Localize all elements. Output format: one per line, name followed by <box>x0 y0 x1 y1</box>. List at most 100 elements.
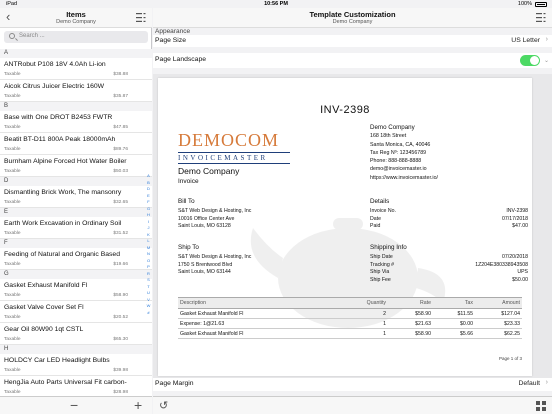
item-price: $28.98 <box>113 390 128 395</box>
item-tax-status: Taxable <box>4 293 21 298</box>
page-size-row[interactable]: Page Size US Letter › <box>153 35 552 47</box>
item-tax-status: Taxable <box>4 125 21 130</box>
item-tax-status: Taxable <box>4 315 21 320</box>
item-name: Gasket Valve Cover Set Fl <box>4 304 84 311</box>
line-quantity: 1 <box>328 328 388 339</box>
shipping-key: Ship Via <box>370 269 390 276</box>
line-rate: $58.90 <box>388 328 433 339</box>
item-price: $20.52 <box>113 315 128 320</box>
sender-block: Demo Company 168 18th Street Santa Monic… <box>370 124 438 182</box>
item-price: $50.03 <box>113 169 128 174</box>
item-name: Earth Work Excavation in Ordinary Soil <box>4 220 122 227</box>
chevron-down-icon: ⌄ <box>543 58 549 64</box>
section-header: F <box>0 239 152 248</box>
line-description: Gasket Exhaust Manifold Fl <box>178 328 328 339</box>
table-row: Gasket Exhaust Manifold Fl 1 $58.90 $5.66 $6… <box>178 328 522 339</box>
search-placeholder: Search ... <box>19 33 45 39</box>
company-logo: DEMOCOM INVOICEMASTER <box>178 130 290 164</box>
items-pane: ‹ Items Demo Company Search ... A ANTRobu… <box>0 8 152 414</box>
item-tax-status: Taxable <box>4 231 21 236</box>
page-margin-label: Page Margin <box>155 380 194 387</box>
details-row: Invoice No. INV-2398 <box>370 208 528 216</box>
list-item[interactable]: Gear Oil 80W90 1qt CSTL Taxable $65.30 <box>0 323 152 345</box>
section-header: A <box>0 49 152 58</box>
page-margin-value: Default <box>518 380 540 387</box>
list-item[interactable]: Aicok Citrus Juicer Electric 160W Taxable… <box>0 80 152 102</box>
item-tax-status: Taxable <box>4 368 21 373</box>
chevron-right-icon: › <box>545 379 548 386</box>
search-input[interactable]: Search ... <box>4 31 148 43</box>
template-title: Template Customization <box>309 10 396 19</box>
details-value: INV-2398 <box>506 207 528 214</box>
item-name: Gear Oil 80W90 1qt CSTL <box>4 326 84 333</box>
shipping-row: Ship Date 07/20/2018 <box>370 254 528 262</box>
list-item[interactable]: Dismantling Brick Work, The mansonry Taxa… <box>0 186 152 208</box>
col-quantity: Quantity <box>328 297 388 309</box>
list-item[interactable]: Base with One DROT B2453 FWTR Taxable $47.… <box>0 111 152 133</box>
bill-to-line: 10016 Office Center Ave <box>178 215 235 222</box>
item-name: Aicok Citrus Juicer Electric 160W <box>4 83 105 90</box>
page-size-value: US Letter <box>511 37 540 44</box>
line-rate: $58.90 <box>388 308 433 319</box>
list-item[interactable]: Beatit BT-D11 800A Peak 18000mAh Taxable $… <box>0 133 152 155</box>
list-item[interactable]: HOLDCY Car LED Headlight Bulbs Taxable $39… <box>0 354 152 376</box>
battery-icon <box>535 2 547 7</box>
sender-line: demo@invoicemaster.io <box>370 166 427 173</box>
item-price: $58.90 <box>113 293 128 298</box>
list-item[interactable]: Gasket Exhaust Manifold Fl Taxable $58.90 <box>0 279 152 301</box>
invoice-number-heading: INV-2398 <box>320 104 370 116</box>
landscape-toggle[interactable] <box>520 55 540 66</box>
details-key: Date <box>370 215 381 222</box>
list-item[interactable]: Gasket Valve Cover Set Fl Taxable $20.52 <box>0 301 152 323</box>
item-price: $19.66 <box>113 262 128 267</box>
sender-line: 168 18th Street <box>370 133 407 140</box>
list-item[interactable]: Earth Work Excavation in Ordinary Soil Ta… <box>0 217 152 239</box>
index-letter[interactable]: # <box>145 310 152 317</box>
section-index-bar[interactable]: A B D E F G H I J K L M N O P R S T U V W # <box>145 173 152 316</box>
search-icon <box>9 33 15 39</box>
line-quantity: 1 <box>328 318 388 329</box>
list-item[interactable]: Feeding of Natural and Organic Based Taxa… <box>0 248 152 270</box>
list-settings-icon[interactable] <box>136 13 146 22</box>
company-name: Demo Company <box>178 166 240 176</box>
shipping-title: Shipping Info <box>370 244 407 251</box>
ship-to-line: Saint Louis, MO 63144 <box>178 269 231 276</box>
details-row: Date 07/17/2018 <box>370 216 528 224</box>
col-amount: Amount <box>475 297 522 309</box>
section-header: E <box>0 208 152 217</box>
page-indicator: Page 1 of 3 <box>498 356 522 361</box>
item-price: $65.30 <box>113 337 128 342</box>
template-settings-icon[interactable] <box>536 13 546 22</box>
items-nav-bar: ‹ Items Demo Company <box>0 8 152 28</box>
minus-icon[interactable]: − <box>70 398 78 412</box>
list-item[interactable]: HengJia Auto Parts Universal Fit carbon-… <box>0 376 152 396</box>
details-key: Invoice No. <box>370 207 396 214</box>
bill-to-line: Saint Louis, MO 63128 <box>178 223 231 230</box>
items-list[interactable]: A ANTRobut P108 18V 4.0Ah Li-ion Taxable $3… <box>0 49 152 396</box>
details-value: $47.00 <box>512 223 528 230</box>
item-name: Gasket Exhaust Manifold Fl <box>4 282 88 289</box>
item-price: $38.88 <box>113 72 128 77</box>
item-tax-status: Taxable <box>4 390 21 395</box>
table-row: Expense: 1@21.63 1 $21.63 $0.00 $23.33 <box>178 318 522 329</box>
page-margin-row[interactable]: Page Margin Default › <box>153 378 552 391</box>
item-tax-status: Taxable <box>4 262 21 267</box>
line-tax: $5.66 <box>433 328 475 339</box>
items-toolbar: − + <box>0 396 152 414</box>
shipping-key: Ship Date <box>370 253 393 260</box>
undo-icon[interactable]: ↺ <box>159 400 168 412</box>
list-item[interactable]: ANTRobut P108 18V 4.0Ah Li-ion Taxable $38… <box>0 58 152 80</box>
status-bar: iPad 10:56 PM 100% <box>0 0 552 8</box>
appearance-header: Appearance <box>155 28 191 35</box>
ship-to-line: S&T Web Design & Hosting, Inc <box>178 253 252 260</box>
col-rate: Rate <box>388 297 433 309</box>
sender-line: Phone: 888-888-8888 <box>370 158 422 165</box>
item-price: $39.98 <box>113 368 128 373</box>
page-size-label: Page Size <box>155 37 186 44</box>
item-tax-status: Taxable <box>4 72 21 77</box>
items-subtitle: Demo Company <box>56 19 96 25</box>
grid-icon[interactable] <box>536 401 546 411</box>
table-row: Gasket Exhaust Manifold Fl 2 $58.90 $11.55 $… <box>178 308 522 319</box>
plus-icon[interactable]: + <box>134 398 142 412</box>
list-item[interactable]: Burnham Alpine Forced Hot Water Boiler Ta… <box>0 155 152 177</box>
